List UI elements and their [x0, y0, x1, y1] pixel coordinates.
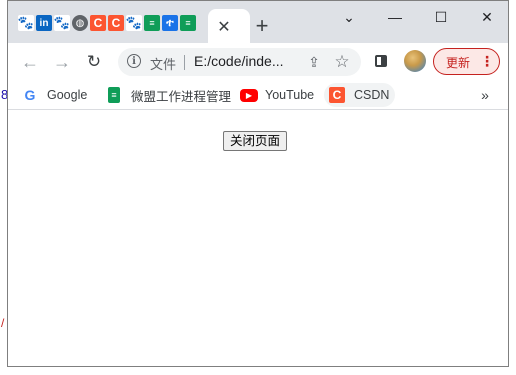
close-page-button[interactable]: 关闭页面 — [223, 131, 288, 151]
tab-csdn-icon[interactable]: C — [90, 15, 106, 31]
minimize-button[interactable]: — — [372, 3, 418, 31]
bookmarks-overflow-icon[interactable]: » — [476, 86, 494, 104]
bookmark-label: Google — [47, 88, 88, 102]
bookmark-label: YouTube — [265, 88, 315, 102]
sheet-icon: ≡ — [108, 87, 120, 103]
address-separator — [184, 55, 185, 70]
bookmark-youtube[interactable]: ▶ YouTube — [240, 84, 314, 106]
csdn-icon: C — [329, 87, 345, 103]
tab-list: 🐾 in 🐾 ◍ C C 🐾 ≡ ተ ≡ — [18, 15, 196, 31]
update-label: 更新 — [446, 56, 471, 70]
back-button[interactable]: ← — [17, 49, 43, 75]
bookmark-star-icon[interactable]: ☆ — [332, 52, 352, 72]
tab-close-icon[interactable]: ✕ — [213, 16, 235, 38]
toolbar: ← → ↻ i 文件 E:/code/inde... ⇪ ☆ 更新 ⋮ — [8, 43, 508, 80]
tab-linkedin-icon[interactable]: in — [36, 15, 52, 31]
tab-globe-icon[interactable]: ◍ — [72, 15, 88, 31]
profile-avatar[interactable] — [404, 50, 426, 72]
bookmark-label: 微盟工作进程管理 — [131, 89, 232, 104]
maximize-button[interactable]: ☐ — [418, 3, 464, 31]
side-panel-icon[interactable] — [375, 55, 387, 67]
tab-baidu-paw-icon[interactable]: 🐾 — [18, 15, 34, 31]
bookmark-google[interactable]: G Google — [22, 84, 87, 106]
bookmark-csdn[interactable]: C CSDN — [324, 83, 396, 107]
bookmark-label: CSDN — [354, 88, 390, 102]
site-info-icon[interactable]: i — [127, 54, 141, 68]
browser-window: 🐾 in 🐾 ◍ C C 🐾 ≡ ተ ≡ ✕ + ⌄ — ☐ ✕ ← → ↻ i… — [7, 0, 509, 367]
address-bar[interactable]: i 文件 E:/code/inde... ⇪ ☆ — [118, 48, 361, 76]
google-icon: G — [22, 87, 38, 103]
tab-csdn-icon[interactable]: C — [108, 15, 124, 31]
share-icon[interactable]: ⇪ — [304, 52, 324, 72]
menu-kebab-icon[interactable]: ⋮ — [480, 52, 494, 70]
desktop: 8 / 🐾 in 🐾 ◍ C C 🐾 ≡ ተ ≡ ✕ + ⌄ — ☐ ✕ ← →… — [0, 0, 516, 375]
tab-search-chevron-down-icon[interactable]: ⌄ — [326, 3, 372, 31]
tab-sheet-icon[interactable]: ≡ — [180, 15, 196, 31]
reload-button[interactable]: ↻ — [81, 49, 107, 75]
page-content: 关闭页面 — [8, 110, 508, 366]
close-window-button[interactable]: ✕ — [464, 3, 508, 31]
url-text[interactable]: E:/code/inde... — [194, 53, 284, 69]
new-tab-button[interactable]: + — [251, 13, 273, 38]
forward-button[interactable]: → — [49, 49, 75, 75]
tab-baidu-paw-icon[interactable]: 🐾 — [54, 15, 70, 31]
background-text-fragment: / — [1, 316, 5, 330]
update-button[interactable]: 更新 ⋮ — [433, 48, 500, 75]
tab-baidu-paw-icon[interactable]: 🐾 — [126, 15, 142, 31]
bookmarks-bar: G Google ≡ 微盟工作进程管理 ▶ YouTube C CSDN » — [8, 80, 508, 110]
file-scheme-label: 文件 — [150, 58, 177, 73]
bookmark-weimeng-progress[interactable]: ≡ 微盟工作进程管理 — [106, 84, 231, 106]
tab-app-icon[interactable]: ተ — [162, 15, 178, 31]
tab-sheet-icon[interactable]: ≡ — [144, 15, 160, 31]
tab-strip: 🐾 in 🐾 ◍ C C 🐾 ≡ ተ ≡ ✕ + ⌄ — ☐ ✕ — [8, 1, 508, 43]
youtube-icon: ▶ — [240, 88, 258, 102]
